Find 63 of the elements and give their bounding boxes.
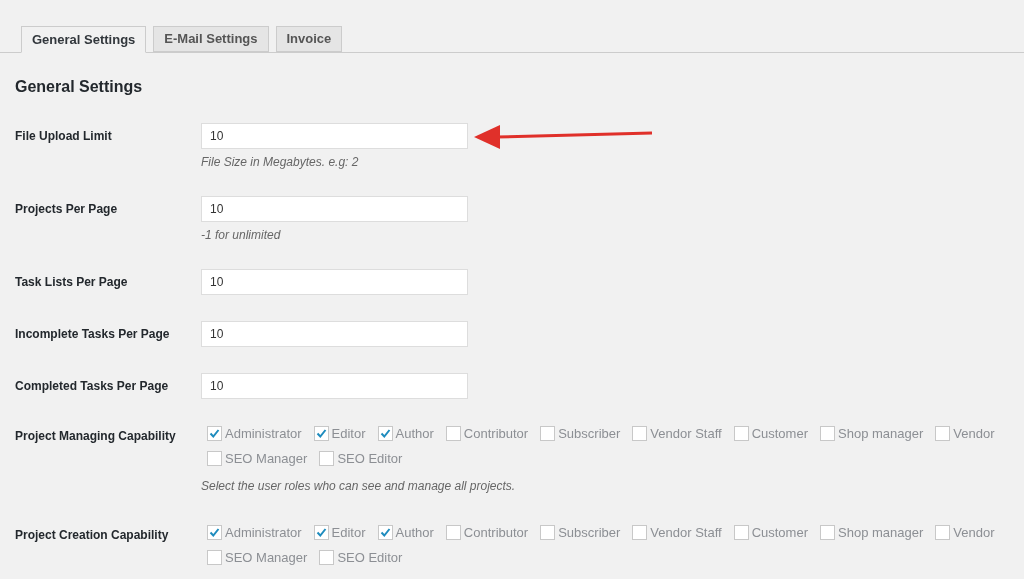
checkbox[interactable] [207,426,222,441]
checkbox[interactable] [820,525,835,540]
checkbox[interactable] [820,426,835,441]
input-field[interactable]: 10 [201,373,468,399]
field-label: Task Lists Per Page [15,274,129,291]
checkbox-label[interactable]: Vendor Staff [650,424,722,443]
checkbox[interactable] [632,426,648,441]
checkbox-label[interactable]: SEO Manager [225,548,308,567]
field-description: -1 for unlimited [201,228,281,242]
checkbox[interactable] [207,451,222,466]
checkbox-label[interactable]: Customer [751,424,808,443]
checkbox[interactable] [935,525,951,540]
input-field[interactable]: 10 [201,123,468,149]
checkbox[interactable] [540,426,556,441]
checkbox-label[interactable]: Contributor [463,523,529,542]
field-label: Project Creation Capability [15,527,170,544]
checkbox[interactable] [377,525,393,540]
checkbox-label[interactable]: Vendor [953,424,995,443]
checkbox[interactable] [733,525,749,540]
checkbox-label[interactable]: Shop manager [838,523,924,542]
checkbox-label[interactable]: Editor [331,424,366,443]
checkbox-label[interactable]: Vendor [953,523,995,542]
field-description: Select the user roles who can see and manage all projects. [201,479,516,493]
field-label: Projects Per Page [15,201,119,218]
input-field[interactable]: 10 [201,269,468,295]
checkbox-label[interactable]: Vendor Staff [650,523,722,542]
input-field[interactable]: 10 [201,321,468,347]
checkbox-label[interactable]: Customer [751,523,808,542]
checkbox-label[interactable]: Author [395,523,434,542]
checkbox[interactable] [313,426,329,441]
checkbox-label[interactable]: Administrator [225,523,302,542]
checkbox[interactable] [207,525,222,540]
section-heading: General Settings [15,77,143,97]
field-label: Completed Tasks Per Page [15,378,170,395]
checkbox-label[interactable]: SEO Manager [225,449,308,468]
field-description: File Size in Megabytes. e.g: 2 [201,155,359,169]
checkbox[interactable] [540,525,556,540]
checkbox-label[interactable]: Author [395,424,434,443]
checkbox[interactable] [935,426,951,441]
checkbox[interactable] [319,550,335,565]
checkbox[interactable] [733,426,749,441]
checkbox[interactable] [319,451,335,466]
field-label: File Upload Limit [15,128,113,145]
checkbox[interactable] [445,426,461,441]
checkbox-label[interactable]: Editor [331,523,366,542]
tab[interactable]: General Settings [21,26,147,53]
checkbox-label[interactable]: Shop manager [838,424,924,443]
tab[interactable]: E-Mail Settings [153,26,269,52]
field-label: Incomplete Tasks Per Page [15,326,171,343]
checkbox[interactable] [313,525,329,540]
checkbox[interactable] [207,550,222,565]
checkbox-label[interactable]: Administrator [225,424,302,443]
input-field[interactable]: 10 [201,196,468,222]
checkbox-label[interactable]: SEO Editor [337,548,403,567]
checkbox[interactable] [632,525,648,540]
checkbox[interactable] [377,426,393,441]
tab[interactable]: Invoice [275,26,343,52]
field-label: Project Managing Capability [15,428,177,445]
checkbox-label[interactable]: Subscriber [558,523,621,542]
checkbox-label[interactable]: Contributor [463,424,529,443]
checkbox-label[interactable]: SEO Editor [337,449,403,468]
checkbox[interactable] [445,525,461,540]
checkbox-label[interactable]: Subscriber [558,424,621,443]
